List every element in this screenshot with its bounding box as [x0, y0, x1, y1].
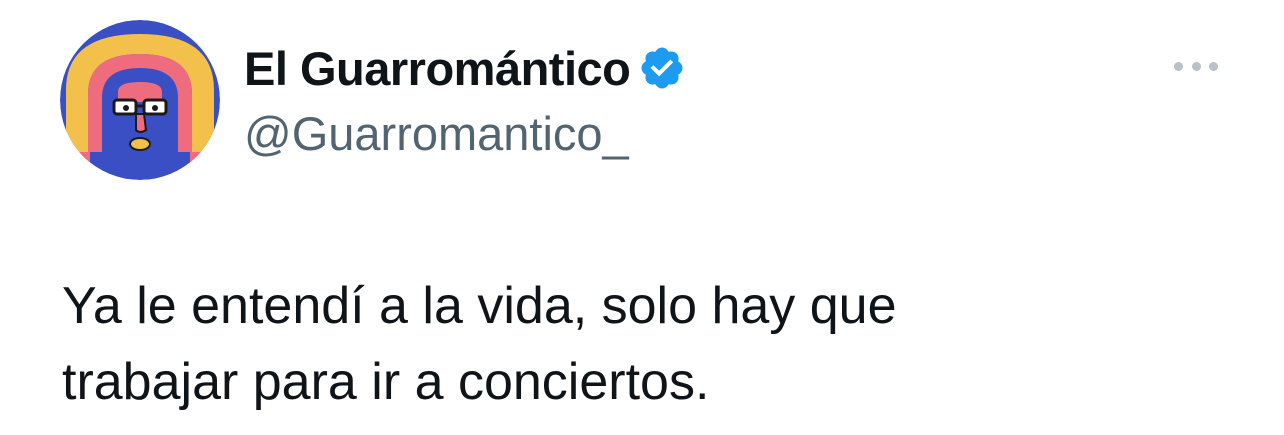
verified-badge-icon — [638, 44, 686, 92]
tweet[interactable]: El Guarromántico @Guarromantico_ Ya le e… — [0, 0, 1284, 435]
more-dot — [1174, 61, 1183, 71]
more-dot — [1191, 61, 1201, 71]
author-handle[interactable]: @Guarromantico_ — [244, 106, 629, 161]
author-name-row: El Guarromántico — [244, 38, 686, 98]
tweet-text: Ya le entendí a la vida, solo hay que tr… — [62, 268, 1242, 420]
tweet-text-line-1: Ya le entendí a la vida, solo hay que — [62, 277, 897, 335]
bearded-face-avatar-icon — [60, 20, 220, 180]
more-options-icon[interactable] — [1168, 48, 1224, 84]
author-display-name[interactable]: El Guarromántico — [244, 41, 631, 96]
tweet-text-line-2: trabajar para ir a conciertos. — [62, 353, 710, 411]
author-avatar[interactable] — [60, 20, 220, 180]
more-dot — [1209, 61, 1218, 71]
